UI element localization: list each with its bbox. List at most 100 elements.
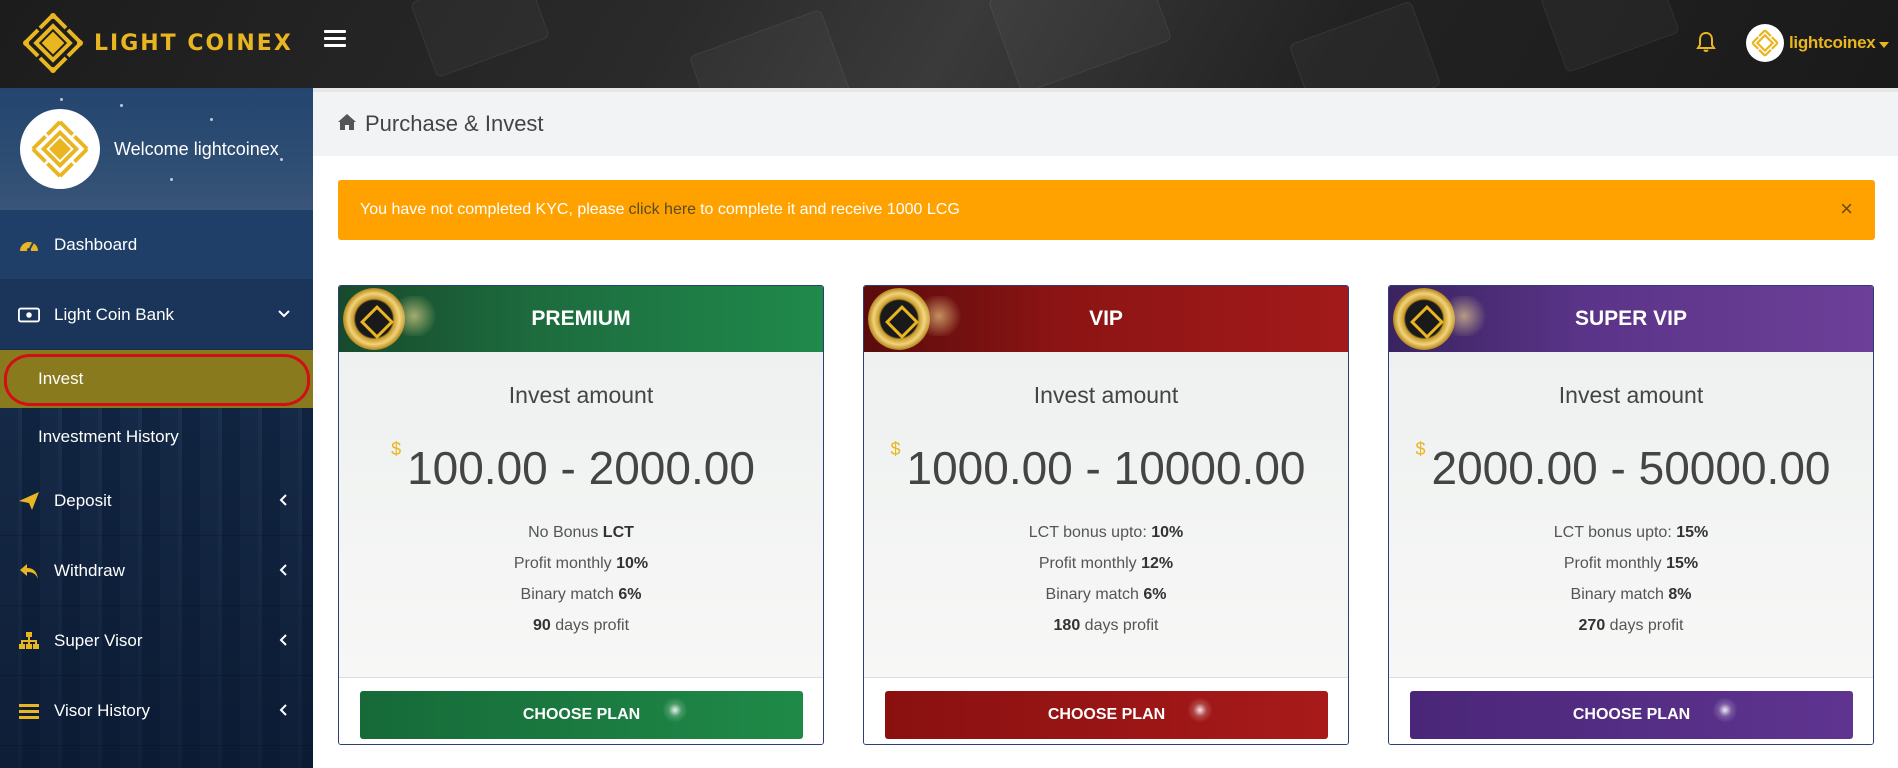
invest-range-value: 100.00 - 2000.00 bbox=[407, 442, 755, 494]
chevron-left-icon bbox=[277, 702, 291, 722]
plan-body: Invest amount $ 1000.00 - 10000.00 LCT b… bbox=[864, 352, 1348, 677]
choose-plan-label: CHOOSE PLAN bbox=[1572, 706, 1691, 723]
sidebar-item-super-visor[interactable]: Super Visor bbox=[0, 606, 313, 676]
feature-profit: Profit monthly 15% bbox=[1563, 555, 1699, 572]
plan-card-premium: PREMIUM Invest amount $ 100.00 - 2000.00… bbox=[338, 285, 824, 745]
feature-binary: Binary match 8% bbox=[1570, 586, 1692, 603]
sitemap-icon bbox=[18, 631, 40, 651]
plan-footer: CHOOSE PLAN bbox=[339, 677, 823, 744]
invest-range: $ 2000.00 - 50000.00 bbox=[1415, 439, 1831, 495]
plan-features: LCT bonus upto: 15% Profit monthly 15% B… bbox=[1389, 517, 1873, 641]
plan-header: SUPER VIP bbox=[1389, 286, 1873, 352]
sidebar-item-invest[interactable]: Invest bbox=[0, 350, 313, 408]
plan-card-vip: VIP Invest amount $ 1000.00 - 10000.00 L… bbox=[863, 285, 1349, 745]
chevron-left-icon bbox=[277, 632, 291, 652]
invest-range: $ 1000.00 - 10000.00 bbox=[890, 439, 1306, 495]
invest-range-value: 2000.00 - 50000.00 bbox=[1431, 442, 1831, 494]
feature-binary: Binary match 6% bbox=[1045, 586, 1167, 603]
feature-profit: Profit monthly 12% bbox=[1038, 555, 1174, 572]
feature-days: 270 days profit bbox=[1578, 617, 1684, 634]
sidebar-item-label: Investment History bbox=[38, 427, 179, 446]
plan-cards: PREMIUM Invest amount $ 100.00 - 2000.00… bbox=[338, 285, 1875, 745]
alert-text-after: to complete it and receive 1000 LCG bbox=[700, 201, 960, 218]
feature-bonus: LCT bonus upto: 15% bbox=[1553, 524, 1709, 541]
brand-name: LIGHT COINEX bbox=[94, 30, 293, 56]
welcome-panel: Welcome lightcoinex bbox=[0, 88, 313, 210]
page-header: Purchase & Invest bbox=[313, 88, 1898, 156]
plan-header: VIP bbox=[864, 286, 1348, 352]
currency-symbol: $ bbox=[890, 439, 901, 459]
choose-plan-label: CHOOSE PLAN bbox=[1047, 706, 1166, 723]
invest-range-value: 1000.00 - 10000.00 bbox=[906, 442, 1306, 494]
background-texture bbox=[1539, 0, 1681, 74]
plan-card-super-vip: SUPER VIP Invest amount $ 2000.00 - 5000… bbox=[1388, 285, 1874, 745]
paper-plane-icon bbox=[18, 491, 40, 511]
sidebar-item-investment-history[interactable]: Investment History bbox=[0, 408, 313, 466]
money-icon bbox=[18, 305, 40, 325]
sidebar-item-label: Visor History bbox=[54, 700, 151, 720]
user-menu[interactable]: lightcoinex bbox=[1746, 22, 1890, 64]
kyc-link[interactable]: click here bbox=[628, 201, 696, 219]
invest-range: $ 100.00 - 2000.00 bbox=[391, 439, 755, 495]
choose-plan-button[interactable]: CHOOSE PLAN bbox=[1410, 691, 1853, 739]
brand-logo[interactable]: LIGHT COINEX bbox=[22, 12, 293, 74]
background-texture bbox=[688, 8, 852, 88]
feature-days: 90 days profit bbox=[532, 617, 630, 634]
dashboard-icon bbox=[18, 235, 40, 255]
feature-bonus: LCT bonus upto: 10% bbox=[1028, 524, 1184, 541]
choose-plan-button[interactable]: CHOOSE PLAN bbox=[360, 691, 803, 739]
kyc-alert: You have not completed KYC, please click… bbox=[338, 180, 1875, 240]
feature-days: 180 days profit bbox=[1053, 617, 1159, 634]
choose-plan-button[interactable]: CHOOSE PLAN bbox=[885, 691, 1328, 739]
welcome-avatar bbox=[20, 109, 100, 189]
currency-symbol: $ bbox=[1415, 439, 1426, 459]
background-texture bbox=[409, 0, 551, 79]
choose-plan-label: CHOOSE PLAN bbox=[522, 706, 641, 723]
sidebar: Welcome lightcoinex Dashboard Light Coin… bbox=[0, 88, 313, 768]
chevron-down-icon bbox=[277, 306, 291, 326]
background-texture bbox=[1288, 0, 1442, 88]
close-icon[interactable]: × bbox=[1840, 198, 1853, 220]
top-navbar: LIGHT COINEX lightcoinex bbox=[0, 0, 1898, 88]
plan-body: Invest amount $ 2000.00 - 50000.00 LCT b… bbox=[1389, 352, 1873, 677]
caret-down-icon bbox=[1879, 42, 1890, 48]
sidebar-item-deposit[interactable]: Deposit bbox=[0, 466, 313, 536]
sidebar-item-visor-history[interactable]: Visor History bbox=[0, 676, 313, 746]
reply-icon bbox=[18, 561, 40, 581]
list-icon bbox=[18, 701, 40, 721]
sidebar-item-label: Super Visor bbox=[54, 630, 143, 650]
sidebar-nav: Dashboard Light Coin Bank Invest Investm… bbox=[0, 210, 313, 746]
plan-features: No Bonus LCT Profit monthly 10% Binary m… bbox=[339, 517, 823, 641]
sidebar-item-light-coin-bank[interactable]: Light Coin Bank bbox=[0, 280, 313, 350]
plan-name: VIP bbox=[1089, 307, 1123, 330]
plan-name: PREMIUM bbox=[531, 307, 631, 330]
sidebar-item-label: Deposit bbox=[54, 490, 112, 510]
alert-text-before: You have not completed KYC, please bbox=[360, 201, 625, 218]
plan-footer: CHOOSE PLAN bbox=[1389, 677, 1873, 744]
menu-toggle-icon[interactable] bbox=[324, 30, 346, 52]
page-title: Purchase & Invest bbox=[365, 111, 544, 136]
plan-header: PREMIUM bbox=[339, 286, 823, 352]
brand-logo-icon bbox=[23, 13, 83, 73]
sidebar-item-label: Light Coin Bank bbox=[54, 304, 175, 324]
user-name: lightcoinex bbox=[1789, 33, 1876, 52]
notification-bell-icon[interactable] bbox=[1694, 30, 1718, 54]
invest-amount-label: Invest amount bbox=[1033, 382, 1179, 408]
invest-amount-label: Invest amount bbox=[508, 382, 654, 408]
plan-footer: CHOOSE PLAN bbox=[864, 677, 1348, 744]
feature-bonus: No Bonus LCT bbox=[528, 524, 634, 541]
plan-features: LCT bonus upto: 10% Profit monthly 12% B… bbox=[864, 517, 1348, 641]
highlight-ring bbox=[4, 354, 310, 406]
invest-amount-label: Invest amount bbox=[1558, 382, 1704, 408]
currency-symbol: $ bbox=[391, 439, 402, 459]
feature-profit: Profit monthly 10% bbox=[513, 555, 649, 572]
welcome-text: Welcome lightcoinex bbox=[114, 138, 279, 159]
sidebar-item-dashboard[interactable]: Dashboard bbox=[0, 210, 313, 280]
sidebar-item-label: Withdraw bbox=[54, 560, 125, 580]
home-icon bbox=[337, 113, 357, 136]
sidebar-item-withdraw[interactable]: Withdraw bbox=[0, 536, 313, 606]
feature-binary: Binary match 6% bbox=[520, 586, 642, 603]
main-content: Purchase & Invest You have not completed… bbox=[313, 88, 1898, 768]
plan-name: SUPER VIP bbox=[1574, 307, 1688, 330]
user-avatar bbox=[1746, 24, 1784, 62]
